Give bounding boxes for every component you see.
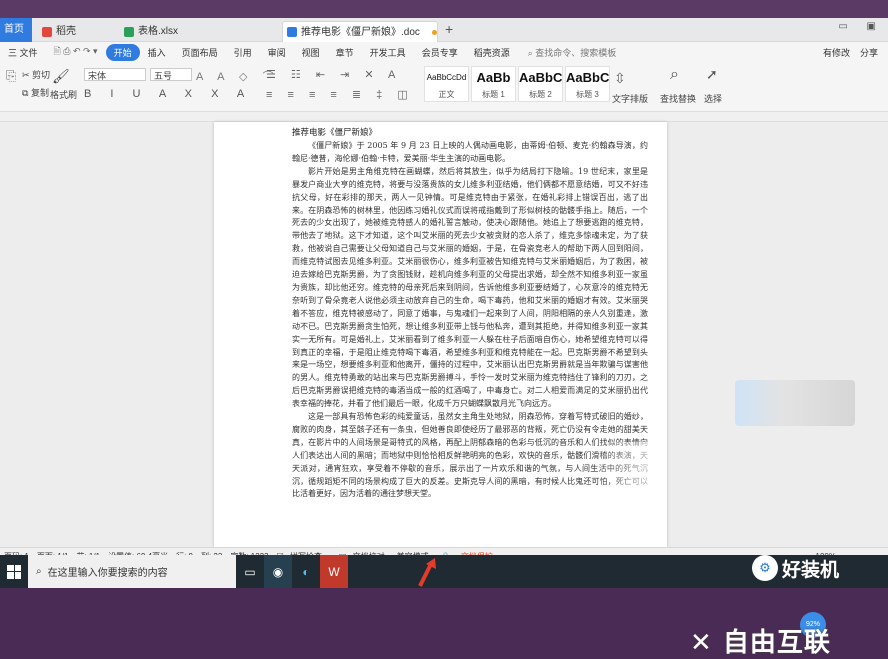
start-button[interactable] bbox=[0, 555, 28, 588]
new-tab-icon[interactable]: + bbox=[445, 21, 453, 37]
fade-overlay bbox=[594, 442, 667, 547]
copy-label: 复制 bbox=[30, 88, 49, 98]
undo-redo-icons[interactable]: 🗎 ⎙ ↶ ↷ ▾ bbox=[46, 44, 106, 60]
red-arrow-annotation bbox=[418, 558, 436, 587]
tab-label: 表格.xlsx bbox=[138, 26, 178, 37]
format-painter-label[interactable]: 格式刷 bbox=[50, 88, 77, 101]
menu-page-layout[interactable]: 页面布局 bbox=[174, 46, 226, 59]
menu-docer[interactable]: 稻壳资源 bbox=[466, 46, 518, 59]
menu-member[interactable]: 会员专享 bbox=[414, 46, 466, 59]
find-replace-button[interactable]: 查找替换 bbox=[660, 92, 696, 105]
menu-insert[interactable]: 插入 bbox=[140, 46, 174, 59]
menu-references[interactable]: 引用 bbox=[226, 46, 260, 59]
docer-icon bbox=[42, 26, 52, 37]
style-preview: AaBbCc bbox=[566, 70, 609, 85]
cut-button[interactable]: ✂ 剪切 bbox=[22, 68, 50, 81]
find-icon[interactable]: ⌕ bbox=[670, 66, 679, 84]
windows-logo-icon bbox=[7, 564, 21, 579]
wps-window: 首页 稻壳 表格.xlsx 推荐电影《僵尸新娘》.doc + ▭ ▣ 三 文件 … bbox=[0, 18, 888, 658]
brand-logo-icon: ⚙ bbox=[752, 555, 778, 581]
brand-watermark: ⚙ 好装机 bbox=[752, 548, 888, 588]
document-icon bbox=[287, 27, 297, 37]
select-button[interactable]: 选择 bbox=[704, 92, 722, 105]
wps-taskbar-icon[interactable]: W bbox=[320, 555, 348, 588]
paste-icon[interactable]: ⎘ bbox=[6, 68, 16, 84]
style-heading-1[interactable]: AaBb 标题 1 bbox=[471, 66, 516, 102]
style-label: 标题 1 bbox=[482, 90, 505, 99]
style-gallery: AaBbCcDd 正文 AaBb 标题 1 AaBbC 标题 2 AaBbCc 标题 3 bbox=[424, 66, 610, 102]
spreadsheet-icon bbox=[124, 26, 134, 37]
task-view-icon[interactable]: ▭ bbox=[236, 555, 264, 588]
watermark-text: 自由互联 bbox=[722, 628, 831, 658]
tab-bar: 首页 稻壳 表格.xlsx 推荐电影《僵尸新娘》.doc + ▭ ▣ bbox=[0, 18, 888, 42]
menu-review[interactable]: 审阅 bbox=[260, 46, 294, 59]
text-format-buttons[interactable]: B I U A X X A bbox=[84, 88, 252, 100]
tab-label: 推荐电影《僵尸新娘》.doc bbox=[301, 26, 420, 38]
window-controls[interactable]: ▭ ▣ bbox=[838, 21, 884, 32]
format-painter-icon[interactable]: 🖌 bbox=[52, 68, 70, 85]
style-label: 标题 3 bbox=[576, 90, 599, 99]
tab-home[interactable]: 首页 bbox=[0, 18, 32, 42]
style-label: 正文 bbox=[438, 90, 455, 99]
text-layout-button[interactable]: 文字排版 bbox=[612, 92, 648, 105]
search-icon: ⌕ bbox=[36, 566, 42, 577]
paragraph: 《僵尸新娘》于 2005 年 9 月 23 日上映的人偶动画电影，由蒂姆·伯顿、… bbox=[292, 141, 648, 163]
document-area: 推荐电影《僵尸新娘》 《僵尸新娘》于 2005 年 9 月 23 日上映的人偶动… bbox=[0, 122, 888, 658]
menu-bar: 三 文件 🗎 ⎙ ↶ ↷ ▾ 开始 插入 页面布局 引用 审阅 视图 章节 开发… bbox=[0, 42, 888, 62]
taskbar-search-placeholder: 在这里输入你要搜索的内容 bbox=[47, 568, 168, 579]
menu-view[interactable]: 视图 bbox=[294, 46, 328, 59]
modify-button[interactable]: 有修改 bbox=[823, 46, 850, 59]
menu-chapter[interactable]: 章节 bbox=[328, 46, 362, 59]
file-menu[interactable]: 三 文件 bbox=[0, 46, 46, 59]
unsaved-dot-icon bbox=[431, 29, 437, 35]
blurred-panel bbox=[735, 380, 855, 426]
horizontal-ruler[interactable] bbox=[0, 112, 888, 122]
menu-start[interactable]: 开始 bbox=[105, 43, 140, 61]
style-heading-2[interactable]: AaBbC 标题 2 bbox=[518, 66, 563, 102]
brand-text: 好装机 bbox=[782, 558, 840, 581]
taskbar-search[interactable]: ⌕ 在这里输入你要搜索的内容 bbox=[28, 555, 236, 588]
copy-button[interactable]: ⧉ 复制 bbox=[22, 86, 49, 99]
list-buttons[interactable]: ☰ ☷ ⇤ ⇥ ✕ A bbox=[266, 68, 401, 81]
top-strip bbox=[0, 0, 888, 18]
cursor-icon[interactable]: ➚ bbox=[706, 66, 718, 83]
align-buttons[interactable]: ≡ ≡ ≡ ≡ ≣ ‡ ◫ bbox=[266, 88, 414, 101]
ribbon-toolbar: ⎘ ✂ 剪切 ⧉ 复制 🖌 格式刷 宋体 五号 B I U A X X A A … bbox=[0, 62, 888, 112]
style-preview: AaBbCcDd bbox=[426, 73, 467, 82]
tab-docer[interactable]: 稻壳 bbox=[38, 21, 118, 42]
watermark-logo: ✕ 自由互联 bbox=[690, 628, 831, 658]
app-icon[interactable]: ◉ bbox=[264, 555, 292, 588]
share-button[interactable]: 分享 bbox=[860, 46, 878, 59]
tab-spreadsheet[interactable]: 表格.xlsx bbox=[120, 21, 270, 42]
document-title: 推荐电影《僵尸新娘》 bbox=[292, 128, 378, 138]
edge-icon[interactable]: ◐ bbox=[292, 555, 320, 588]
style-heading-3[interactable]: AaBbCc 标题 3 bbox=[565, 66, 610, 102]
style-label: 标题 2 bbox=[529, 90, 552, 99]
tab-label: 稻壳 bbox=[56, 26, 76, 37]
paragraph: 影片开始是男主角维克特在画蝴蝶，然后将其放生，似乎为结局打下隐喻。19 世纪末，… bbox=[292, 166, 648, 409]
command-search[interactable]: ⌕ 查找命令、搜索模板 bbox=[518, 46, 617, 59]
cut-label: 剪切 bbox=[32, 70, 51, 80]
font-size-select[interactable]: 五号 bbox=[150, 68, 192, 81]
menu-developer[interactable]: 开发工具 bbox=[362, 46, 414, 59]
text-layout-icon[interactable]: ⇳ bbox=[614, 70, 626, 87]
document-page[interactable]: 推荐电影《僵尸新娘》 《僵尸新娘》于 2005 年 9 月 23 日上映的人偶动… bbox=[214, 122, 667, 547]
font-family-select[interactable]: 宋体 bbox=[84, 68, 146, 81]
style-preview: AaBb bbox=[476, 70, 511, 85]
tab-document[interactable]: 推荐电影《僵尸新娘》.doc bbox=[282, 21, 438, 42]
style-preview: AaBbC bbox=[519, 70, 562, 85]
style-normal[interactable]: AaBbCcDd 正文 bbox=[424, 66, 469, 102]
search-placeholder: 查找命令、搜索模板 bbox=[535, 47, 617, 58]
